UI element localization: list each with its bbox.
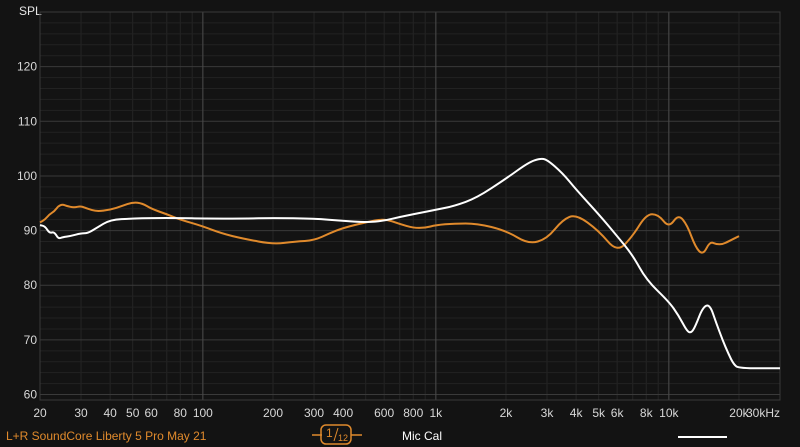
- legend: L+R SoundCore Liberty 5 Pro May 21 1 12 …: [6, 424, 727, 445]
- x-tick-label: 200: [263, 406, 283, 420]
- x-tick-label: 20: [33, 406, 47, 420]
- smoothing-numerator: 1: [326, 426, 333, 440]
- x-tick-label: 6k: [611, 406, 625, 420]
- legend-series1-label: L+R SoundCore Liberty 5 Pro May 21: [6, 429, 207, 443]
- y-axis-title: SPL: [19, 4, 42, 18]
- x-tick-label: 40: [103, 406, 117, 420]
- legend-series2-label: Mic Cal: [402, 429, 442, 443]
- x-tick-label: 3k: [541, 406, 555, 420]
- x-axis-ticks: 20 30 40 50 60 80 100 200 300 400 600 800 1k 2k 3k 4k 5k…: [33, 406, 780, 420]
- grid: [39, 11, 781, 401]
- y-tick-label: 120: [17, 60, 37, 74]
- series-line-1: [39, 201, 740, 254]
- y-tick-label: 110: [18, 114, 37, 128]
- x-tick-label: 50: [126, 406, 140, 420]
- x-tick-label: 2k: [500, 406, 514, 420]
- frequency-response-chart: SPL 60 70 80 90 100 110 120 20 30 40 50 60 80 100 200…: [6, 4, 781, 445]
- y-tick-label: 100: [17, 169, 37, 183]
- x-tick-label: 300: [304, 406, 324, 420]
- x-tick-label: 30: [74, 406, 88, 420]
- y-tick-label: 60: [24, 388, 38, 402]
- y-tick-label: 70: [24, 333, 38, 347]
- y-tick-label: 90: [24, 224, 38, 238]
- x-tick-label: 8k: [640, 406, 654, 420]
- x-tick-label: 400: [333, 406, 353, 420]
- x-tick-label: 80: [174, 406, 188, 420]
- smoothing-selector[interactable]: 1 12: [312, 424, 362, 445]
- x-tick-label: 4k: [570, 406, 584, 420]
- y-axis-ticks: 60 70 80 90 100 110 120: [17, 60, 37, 402]
- smoothing-denominator: 12: [338, 433, 348, 443]
- y-tick-label: 80: [24, 278, 38, 292]
- x-tick-label: 5k: [592, 406, 606, 420]
- x-tick-label: 10k: [659, 406, 679, 420]
- x-tick-label: 100: [193, 406, 213, 420]
- x-tick-label: 30kHz: [746, 406, 780, 420]
- x-tick-label: 1k: [430, 406, 444, 420]
- x-tick-label: 800: [403, 406, 423, 420]
- x-tick-label: 600: [374, 406, 394, 420]
- x-tick-label: 60: [144, 406, 158, 420]
